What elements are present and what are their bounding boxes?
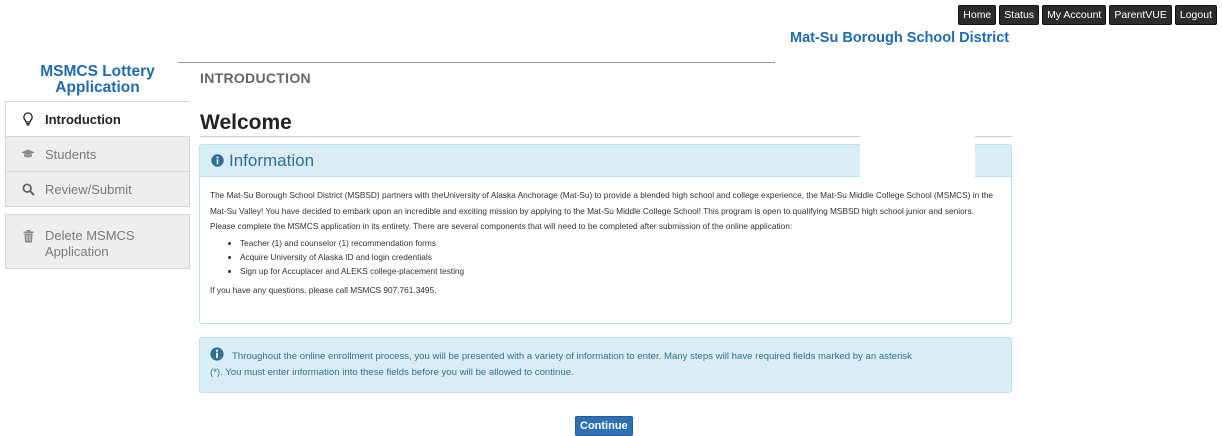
information-paragraph: The Mat-Su Borough School District (MSBS… bbox=[210, 190, 994, 231]
delete-application-button[interactable]: Delete MSMCS Application bbox=[5, 214, 190, 269]
questions-text: If you have any questions, please call M… bbox=[210, 284, 437, 295]
information-body: The Mat-Su Borough School District (MSBS… bbox=[200, 177, 1011, 298]
search-icon bbox=[21, 182, 35, 196]
sidebar-item-review-submit[interactable]: Review/Submit bbox=[5, 172, 190, 207]
info-circle-icon bbox=[211, 154, 224, 167]
header-gap bbox=[860, 144, 975, 177]
header-divider bbox=[178, 62, 775, 63]
welcome-heading: Welcome bbox=[200, 111, 292, 134]
sidebar-nav: Introduction Students Review/Submit bbox=[5, 101, 190, 207]
home-button[interactable]: Home bbox=[958, 5, 997, 25]
sidebar-title: MSMCS Lottery Application bbox=[40, 63, 155, 96]
information-title: Information bbox=[229, 150, 315, 170]
list-item: Teacher (1) and counselor (1) recommenda… bbox=[240, 236, 1001, 250]
lightbulb-icon bbox=[21, 112, 35, 126]
list-item: Sign up for Accuplacer and ALEKS college… bbox=[240, 264, 1001, 278]
information-panel-header: Information bbox=[200, 144, 1011, 177]
requirements-list: Teacher (1) and counselor (1) recommenda… bbox=[210, 236, 1001, 278]
enrollment-alert: Throughout the online enrollment process… bbox=[199, 337, 1012, 393]
trash-icon bbox=[21, 229, 35, 243]
sidebar-item-label: Introduction bbox=[45, 111, 121, 127]
sidebar-item-introduction[interactable]: Introduction bbox=[5, 101, 190, 137]
district-name: Mat-Su Borough School District bbox=[790, 30, 1010, 46]
welcome-divider-right bbox=[975, 136, 1012, 137]
graduation-cap-icon bbox=[21, 147, 35, 161]
page-title: INTRODUCTION bbox=[200, 70, 311, 86]
information-panel: Information The Mat-Su Borough School Di… bbox=[199, 144, 1012, 324]
delete-application-label: Delete MSMCS Application bbox=[45, 228, 135, 259]
welcome-divider bbox=[200, 136, 860, 137]
continue-button[interactable]: Continue bbox=[575, 416, 633, 436]
logout-button[interactable]: Logout bbox=[1174, 5, 1217, 25]
my-account-button[interactable]: My Account bbox=[1042, 5, 1107, 25]
list-item: Acquire University of Alaska ID and logi… bbox=[240, 250, 1001, 264]
sidebar-item-students[interactable]: Students bbox=[5, 137, 190, 172]
parentvue-button[interactable]: ParentVUE bbox=[1109, 5, 1172, 25]
alert-text-line1: Throughout the online enrollment process… bbox=[232, 351, 912, 362]
sidebar-item-label: Students bbox=[45, 146, 97, 162]
sidebar-item-label: Review/Submit bbox=[45, 181, 132, 197]
alert-text-line2: (*). You must enter information into the… bbox=[210, 367, 574, 378]
status-button[interactable]: Status bbox=[999, 5, 1040, 25]
top-navigation: Home Status My Account ParentVUE Logout bbox=[958, 5, 1217, 25]
info-circle-icon bbox=[210, 347, 224, 366]
